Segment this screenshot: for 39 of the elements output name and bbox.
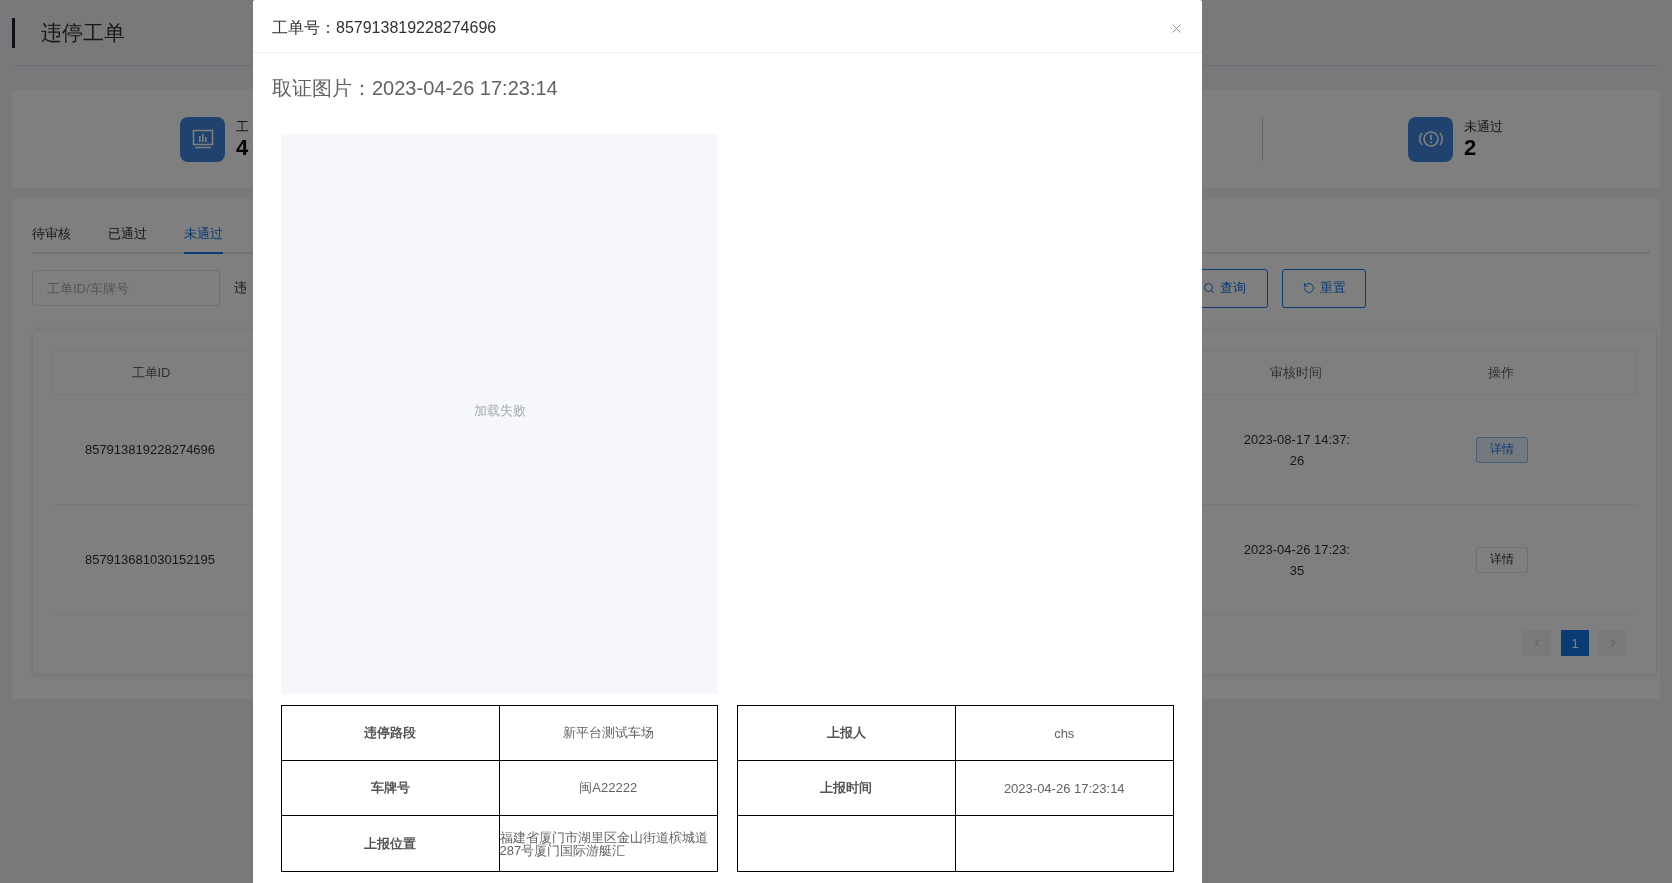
filter-label: 违	[234, 279, 247, 297]
column-header: 操作	[1487, 363, 1515, 382]
stat-value: 4	[236, 136, 249, 159]
field-value: chs	[1054, 725, 1075, 741]
tab[interactable]: 未通过	[184, 223, 223, 254]
alert-icon	[1417, 129, 1444, 149]
field-label: 车牌号	[370, 779, 410, 797]
reset-icon	[1302, 282, 1315, 294]
detail-button[interactable]: 详情	[1476, 546, 1528, 573]
tab[interactable]: 待审核	[32, 223, 71, 254]
search-icon	[1202, 282, 1215, 294]
field-value: 2023-04-26 17:23:14	[1003, 780, 1125, 796]
column-header: 审核时间	[1269, 363, 1323, 382]
field-value: 闽A22222	[579, 779, 638, 797]
stat-value: 2	[1464, 136, 1478, 159]
page-button[interactable]: 1	[1561, 630, 1589, 656]
table-cell-text: 857913819228274696	[83, 441, 217, 459]
prev-page-button[interactable]	[1523, 630, 1551, 656]
field-value: 新平台测试车场	[562, 724, 654, 742]
table-cell-text: 857913681030152195	[83, 551, 217, 569]
table-cell-text: 2023-08-17 14:37:26	[1242, 430, 1352, 470]
stat-label: 工	[236, 119, 249, 133]
chart-icon	[191, 129, 214, 149]
field-label: 违停路段	[364, 724, 417, 742]
column-header: 工单ID	[130, 363, 172, 382]
stat-label: 未通过	[1464, 119, 1503, 133]
field-label: 上报时间	[820, 779, 873, 797]
field-value: 福建省厦门市湖里区金山街道槟城道287号厦门国际游艇汇	[499, 830, 709, 857]
evidence-heading: 取证图片：2023-04-26 17:23:14	[272, 76, 559, 101]
field-label: 上报位置	[364, 834, 417, 853]
dialog-title: 工单号：857913819228274696	[272, 17, 497, 38]
tab[interactable]: 已通过	[108, 223, 147, 254]
load-error-text: 加载失败	[473, 402, 526, 420]
field-label: 上报人	[826, 724, 866, 742]
next-page-button[interactable]	[1599, 630, 1627, 656]
detail-button[interactable]: 详情	[1476, 436, 1528, 463]
page-title: 违停工单	[41, 19, 125, 46]
table-cell-text: 2023-04-26 17:23:35	[1242, 540, 1352, 580]
reset-button[interactable]: 重置	[1282, 268, 1366, 308]
